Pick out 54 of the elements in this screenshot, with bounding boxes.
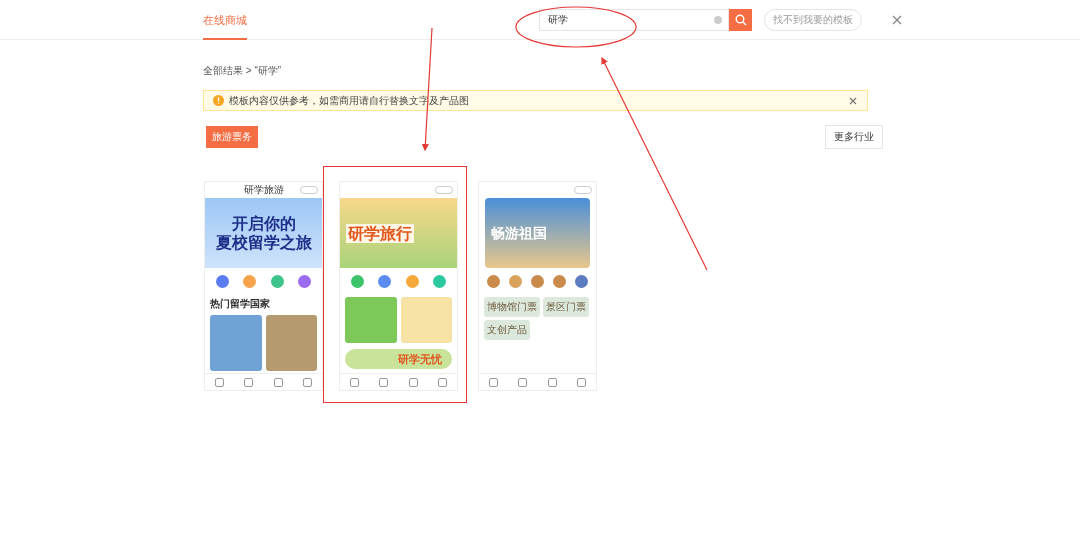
search-icon — [734, 13, 747, 26]
nav-icon[interactable] — [302, 377, 312, 387]
mall-tab[interactable]: 在线商城 — [203, 0, 247, 40]
category-icon — [531, 275, 544, 288]
template-card[interactable]: 研学旅行 研学无忧 — [339, 181, 458, 391]
category-icon — [552, 275, 566, 288]
ticket-tile: 文创产品 — [484, 320, 530, 340]
banner-headline: 研学旅行 — [346, 223, 414, 243]
photo-placeholder — [210, 315, 262, 371]
category-icon — [297, 275, 311, 288]
close-icon[interactable] — [892, 14, 902, 25]
banner-headline: 开启你的 — [231, 214, 296, 233]
banner-headline: 夏校留学之旅 — [215, 233, 312, 252]
template-card[interactable]: 畅游祖国 博物馆门票 景区门票 文创产品 — [478, 181, 597, 391]
promo-tile — [400, 297, 452, 343]
breadcrumb: 全部结果 > “研学” — [203, 64, 283, 78]
category-icon — [509, 275, 523, 288]
nav-icon[interactable] — [350, 377, 360, 387]
category-icon — [432, 275, 446, 288]
category-icon — [405, 275, 419, 288]
nav-icon[interactable] — [518, 377, 528, 387]
nav-icon[interactable] — [547, 377, 557, 387]
nav-icon[interactable] — [244, 377, 254, 387]
promo-tile — [345, 297, 397, 343]
category-button[interactable]: 旅游票务 — [206, 126, 258, 148]
template-card[interactable]: 研学旅游 开启你的 夏校留学之旅 热门留学国家 — [204, 181, 323, 391]
app-title: 研学旅游 — [243, 183, 284, 197]
search-button[interactable] — [729, 8, 752, 31]
nav-icon[interactable] — [408, 377, 418, 387]
ticket-tile: 景区门票 — [543, 297, 589, 317]
category-icon — [574, 275, 588, 288]
category-icon — [487, 275, 501, 288]
warning-icon — [213, 95, 224, 106]
category-icon — [378, 275, 392, 288]
category-icon — [351, 275, 365, 288]
category-icon — [270, 275, 284, 288]
promo-banner: 研学无忧 — [345, 349, 452, 369]
clear-icon[interactable] — [714, 15, 722, 24]
category-icon — [243, 275, 257, 288]
ticket-tile: 博物馆门票 — [484, 297, 540, 317]
nav-icon[interactable] — [215, 377, 225, 387]
nav-icon[interactable] — [273, 377, 283, 387]
banner-headline: 畅游祖国 — [491, 223, 547, 243]
nav-icon[interactable] — [379, 377, 389, 387]
category-icon — [216, 275, 230, 288]
more-industries-button[interactable]: 更多行业 — [825, 125, 883, 149]
nav-icon[interactable] — [437, 377, 447, 387]
nav-icon[interactable] — [576, 377, 586, 387]
search-field[interactable]: 研学 — [539, 8, 729, 31]
photo-placeholder — [265, 315, 317, 371]
section-title: 热门留学国家 — [209, 297, 271, 311]
close-icon[interactable] — [849, 96, 857, 105]
nav-icon[interactable] — [489, 377, 499, 387]
help-button[interactable]: 找不到我要的模板 — [764, 8, 862, 31]
